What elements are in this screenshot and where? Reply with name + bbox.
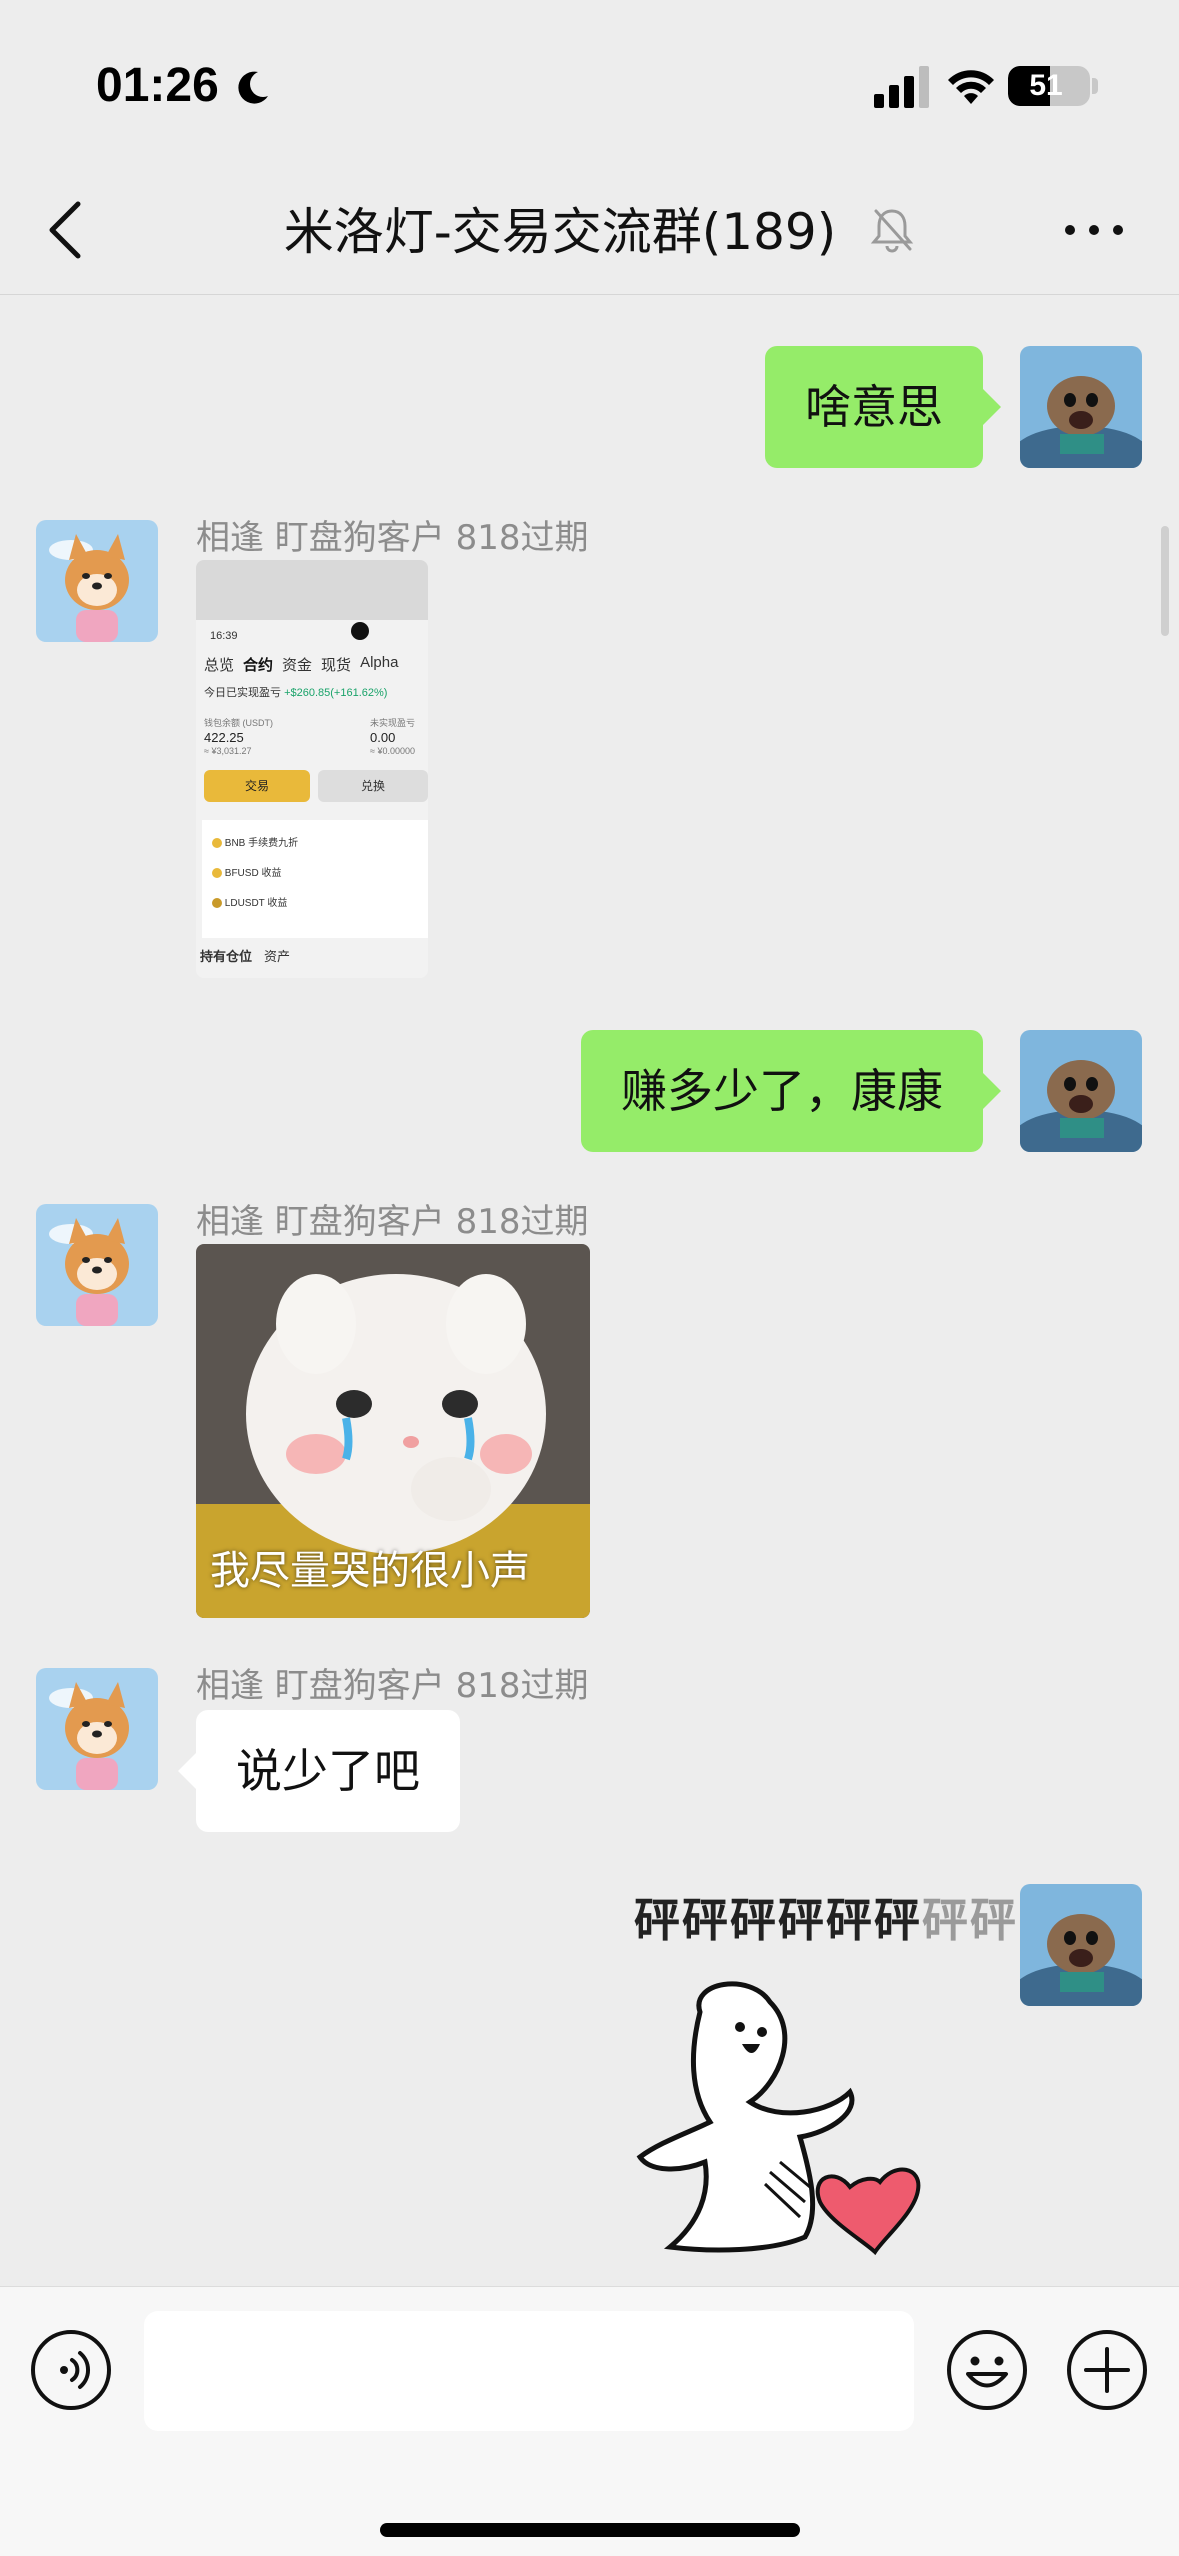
message-text: 说少了吧 [236, 1744, 420, 1798]
scroll-indicator [1161, 526, 1169, 636]
sender-name: 相逢 盯盘狗客户 818过期 [196, 1202, 589, 1242]
coin-icon [212, 868, 222, 879]
coin-icon [212, 838, 222, 849]
phone-bottom-tab: 持有仓位 [200, 949, 253, 964]
balance-usd: ≈ ¥3,031.27 [204, 746, 252, 756]
earn-item: BNB 手续费九折 [212, 834, 298, 849]
sticker-text-fade: 砰砰 [922, 1893, 1018, 1947]
status-bar: 01:26 51 [0, 0, 1179, 170]
unrealized-label: 未实现盈亏 [370, 718, 416, 728]
trade-button: 交易 [204, 770, 310, 802]
pnl-label: 今日已实现盈亏 [204, 687, 281, 699]
coin-icon [212, 898, 222, 909]
earn-item-label: BFUSD 收益 [224, 868, 282, 879]
nav-bar: 米洛灯-交易交流群(189) [0, 170, 1179, 295]
battery-percent: 51 [1029, 69, 1063, 102]
message-bubble-other[interactable]: 说少了吧 [196, 1710, 460, 1832]
smile-icon[interactable] [946, 2329, 1028, 2411]
bubble-tail [983, 1073, 1001, 1109]
message-bubble-me[interactable]: 啥意思 [765, 346, 983, 468]
balance-value: 422.25 [204, 730, 244, 745]
earn-item: LDUSDT 收益 [212, 894, 287, 909]
balance-label: 钱包余额 (USDT) [204, 718, 273, 728]
my-avatar[interactable] [1020, 346, 1142, 468]
phone-bottom-tab: 资产 [264, 949, 291, 964]
sticker-text: 砰砰砰砰砰砰砰砰 [634, 1884, 1018, 1950]
my-avatar[interactable] [1020, 1030, 1142, 1152]
unrealized-cny: ≈ ¥0.00000 [370, 746, 415, 756]
ellipsis-icon[interactable] [1062, 218, 1126, 242]
phone-tab: Alpha [360, 654, 399, 671]
convert-button: 兑换 [318, 770, 428, 802]
phone-frame-top [196, 560, 428, 620]
bubble-tail [178, 1753, 196, 1789]
cat-image[interactable]: 我尽量哭的很小声 [196, 1244, 590, 1618]
message-text: 赚多少了，康康 [621, 1064, 943, 1118]
image-caption: 我尽量哭的很小声 [210, 1548, 530, 1594]
chat-area[interactable]: 啥意思 相逢 盯盘狗客户 818过期 16:39 总览 合约 资金 现货 Alp… [0, 296, 1179, 2286]
phone-tab: 总览 [204, 657, 235, 674]
signal-icon [874, 66, 929, 108]
sender-name: 相逢 盯盘狗客户 818过期 [196, 1666, 589, 1706]
bubble-tail [983, 389, 1001, 425]
phone-tab: 资金 [282, 657, 313, 674]
message-text: 啥意思 [805, 380, 943, 434]
chat-title: 米洛灯-交易交流群(189) [283, 203, 837, 261]
other-avatar[interactable] [36, 1668, 158, 1790]
home-indicator [380, 2523, 800, 2537]
message-input[interactable] [144, 2311, 914, 2431]
earn-item-label: LDUSDT 收益 [224, 898, 288, 909]
camera-dot [351, 622, 369, 640]
other-avatar[interactable] [36, 520, 158, 642]
bell-slash-icon [870, 209, 914, 253]
battery-indicator: 51 [1008, 66, 1090, 106]
chevron-left-icon[interactable] [42, 198, 92, 262]
earn-item-label: BNB 手续费九折 [224, 838, 299, 849]
sticker-image[interactable] [630, 1972, 930, 2272]
pnl-value: +$260.85(+161.62%) [284, 687, 388, 699]
pnl-row: 今日已实现盈亏 +$260.85(+161.62%) [204, 684, 387, 700]
sticker-text-main: 砰砰砰砰砰砰 [634, 1893, 922, 1947]
other-avatar[interactable] [36, 1204, 158, 1326]
sender-name: 相逢 盯盘狗客户 818过期 [196, 518, 589, 558]
plus-circle-icon[interactable] [1066, 2329, 1148, 2411]
wifi-icon [948, 70, 994, 104]
phone-bottom-tabs: 持有仓位 资产 [200, 946, 290, 965]
voice-icon[interactable] [30, 2329, 112, 2411]
phone-tab: 现货 [321, 657, 352, 674]
phone-tab: 合约 [243, 657, 274, 674]
battery-tip [1092, 78, 1098, 94]
status-time: 01:26 [96, 59, 219, 112]
unrealized-value: 0.00 [370, 730, 396, 745]
my-avatar[interactable] [1020, 1884, 1142, 2006]
input-bar [0, 2286, 1179, 2556]
message-bubble-me[interactable]: 赚多少了，康康 [581, 1030, 983, 1152]
phone-clock: 16:39 [210, 630, 238, 642]
moon-icon [238, 71, 268, 104]
earn-item: BFUSD 收益 [212, 864, 281, 879]
phone-tabs: 总览 合约 资金 现货 Alpha [204, 654, 428, 675]
screenshot-image[interactable]: 16:39 总览 合约 资金 现货 Alpha 今日已实现盈亏 +$260.85… [196, 560, 428, 978]
